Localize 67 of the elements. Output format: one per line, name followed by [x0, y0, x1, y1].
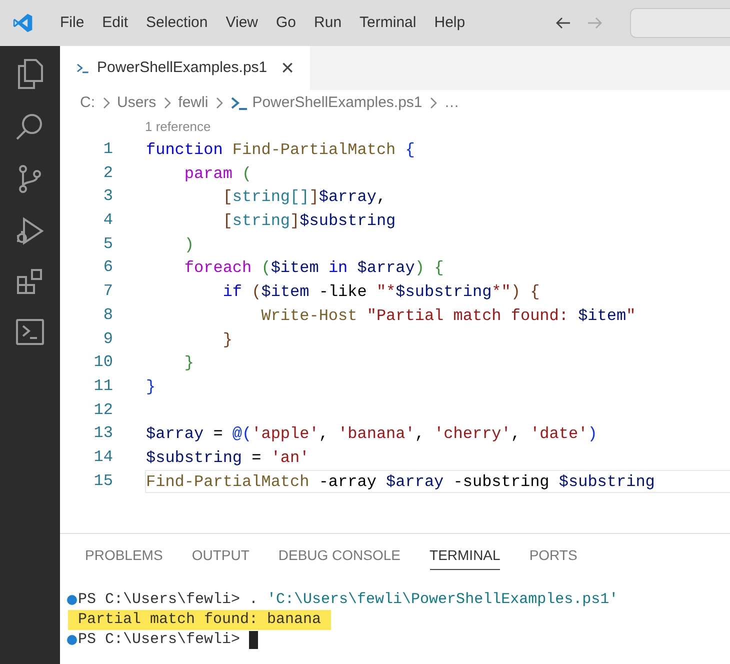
chevron-right-icon [163, 97, 172, 109]
line-number: 8 [102, 304, 113, 326]
code-line: } [183, 353, 196, 374]
breadcrumb-item[interactable]: C: [80, 92, 95, 114]
breadcrumb-item[interactable]: … [444, 92, 460, 114]
terminal-output: Partial match found: banana [68, 610, 332, 630]
panel-tab[interactable]: DEBUG CONSOLE [278, 542, 401, 570]
code-line: Write-Host "Partial match found: $item" [260, 306, 637, 327]
source-control-icon[interactable] [17, 164, 43, 194]
code-line: $substring = 'an' [145, 448, 310, 469]
code-line: [string]$substring [222, 211, 397, 232]
line-number: 9 [102, 328, 113, 350]
chevron-right-icon [102, 97, 110, 109]
line-number: 5 [102, 234, 113, 255]
panel-tab[interactable]: TERMINAL [430, 542, 500, 570]
line-number: 13 [92, 423, 113, 444]
breadcrumb-item[interactable]: Users [117, 92, 156, 114]
code-line: } [222, 330, 234, 350]
line-number: 10 [92, 352, 113, 374]
line-number: 1 [102, 139, 113, 160]
menu-item[interactable]: View [218, 12, 266, 34]
search-field[interactable] [630, 8, 730, 38]
code-line: param ( [183, 164, 253, 185]
terminal-command: PS C:\Users\fewli> . 'C:\Users\fewli\PowerShellExamples.ps1' [78, 590, 618, 610]
line-number: 14 [92, 446, 113, 468]
menu-item[interactable]: Selection [138, 12, 216, 34]
close-tab-button[interactable]: × [281, 57, 294, 79]
terminal-icon[interactable] [15, 318, 45, 346]
code-line: function Find-PartialMatch { [145, 140, 416, 161]
panel-tab[interactable]: PORTS [529, 542, 578, 570]
code-line: } [145, 376, 157, 398]
menu-item[interactable]: Run [306, 12, 350, 34]
chevron-right-icon [215, 97, 224, 109]
line-number: 2 [102, 162, 113, 184]
line-number: 15 [92, 470, 113, 492]
menu-item[interactable]: Go [268, 12, 304, 34]
app-logo-icon [12, 12, 34, 34]
line-number: 4 [102, 210, 113, 232]
menu-item[interactable]: Edit [94, 12, 136, 34]
line-number: 11 [92, 376, 113, 397]
code-line: ) [183, 234, 196, 256]
code-line: [string[]]$array, [222, 187, 388, 208]
breadcrumb-item[interactable]: PowerShellExamples.ps1 [252, 92, 422, 114]
code-line: Find-PartialMatch -array $array -substring $substring [145, 470, 730, 494]
editor-tab[interactable]: PowerShellExamples.ps1 × [60, 46, 310, 90]
line-number: 7 [102, 281, 113, 302]
powershell-icon [230, 96, 248, 110]
panel-tab[interactable]: OUTPUT [192, 542, 250, 570]
code-line: foreach ($item in $array) { [183, 258, 445, 280]
menu-item[interactable]: File [52, 12, 92, 34]
terminal-command: PS C:\Users\fewli> [78, 630, 242, 650]
code-line: if ($item -like "*$substring*") { [222, 282, 541, 304]
extensions-icon[interactable] [16, 268, 44, 296]
search-icon[interactable] [15, 112, 45, 142]
powershell-icon [76, 61, 90, 75]
menu-item[interactable]: Terminal [352, 12, 424, 34]
breadcrumb-item[interactable]: fewli [178, 92, 208, 114]
menu-item[interactable]: Help [426, 12, 474, 34]
tab-label: PowerShellExamples.ps1 [97, 58, 268, 78]
panel-tab[interactable]: PROBLEMS [85, 542, 163, 570]
run-debug-icon[interactable] [15, 216, 45, 246]
code-line: $array = @('apple', 'banana', 'cherry', 'date') [145, 424, 598, 446]
line-number: 3 [102, 186, 113, 208]
line-number: 12 [92, 400, 113, 421]
files-icon[interactable] [16, 58, 44, 90]
chevron-right-icon [429, 97, 438, 109]
line-number: 6 [102, 257, 113, 278]
